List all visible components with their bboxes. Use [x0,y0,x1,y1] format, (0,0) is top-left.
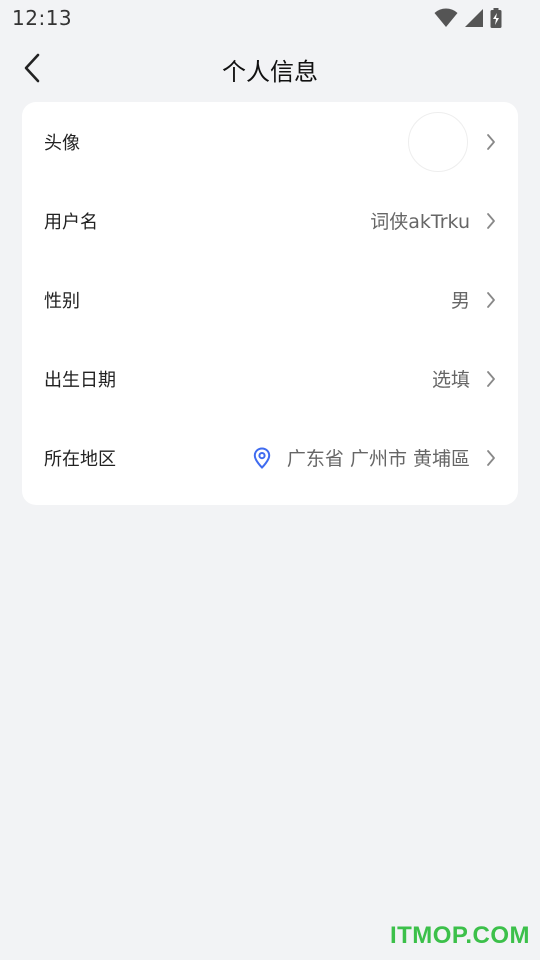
row-birthday-right: 选填 [432,365,496,392]
row-username[interactable]: 用户名 词侠akTrku [22,181,518,260]
row-avatar[interactable]: 头像 [22,102,518,181]
battery-charging-icon [490,8,502,28]
gender-value: 男 [450,290,470,312]
status-icons [434,8,502,28]
row-region-label: 所在地区 [44,448,116,470]
nav-bar: 个人信息 [0,40,540,96]
chevron-right-icon [487,212,495,229]
row-birthday-label: 出生日期 [44,369,116,391]
row-avatar-right [408,111,496,172]
region-value: 广东省 广州市 黄埔區 [286,448,470,470]
row-username-right: 词侠akTrku [370,207,496,234]
username-value: 词侠akTrku [370,211,470,233]
row-region[interactable]: 所在地区 广东省 广州市 黄埔區 [22,418,518,497]
row-avatar-label: 头像 [44,132,80,154]
chevron-right-icon [487,133,495,150]
chevron-right-icon [487,370,495,387]
profile-page: 12:13 个人信息 头像 用户名 词侠akTrku 性别 男 出生日期 选填 … [0,0,540,960]
location-pin-icon [253,446,271,469]
row-gender-label: 性别 [44,290,80,312]
chevron-right-icon [487,291,495,308]
row-gender-right: 男 [451,286,496,313]
chevron-right-icon [487,449,495,466]
birthday-value: 选填 [431,369,470,391]
row-region-right: 广东省 广州市 黄埔區 [253,444,496,471]
signal-icon [465,9,483,27]
status-bar: 12:13 [0,0,540,36]
wifi-icon [434,8,458,27]
page-title: 个人信息 [222,58,318,86]
watermark: ITMOP.COM [389,922,530,949]
row-gender[interactable]: 性别 男 [22,260,518,339]
row-username-label: 用户名 [44,211,98,233]
row-birthday[interactable]: 出生日期 选填 [22,339,518,418]
status-time: 12:13 [12,6,73,30]
avatar[interactable] [408,111,468,172]
profile-card: 头像 用户名 词侠akTrku 性别 男 出生日期 选填 所在地区 广东省 广州… [22,102,518,505]
